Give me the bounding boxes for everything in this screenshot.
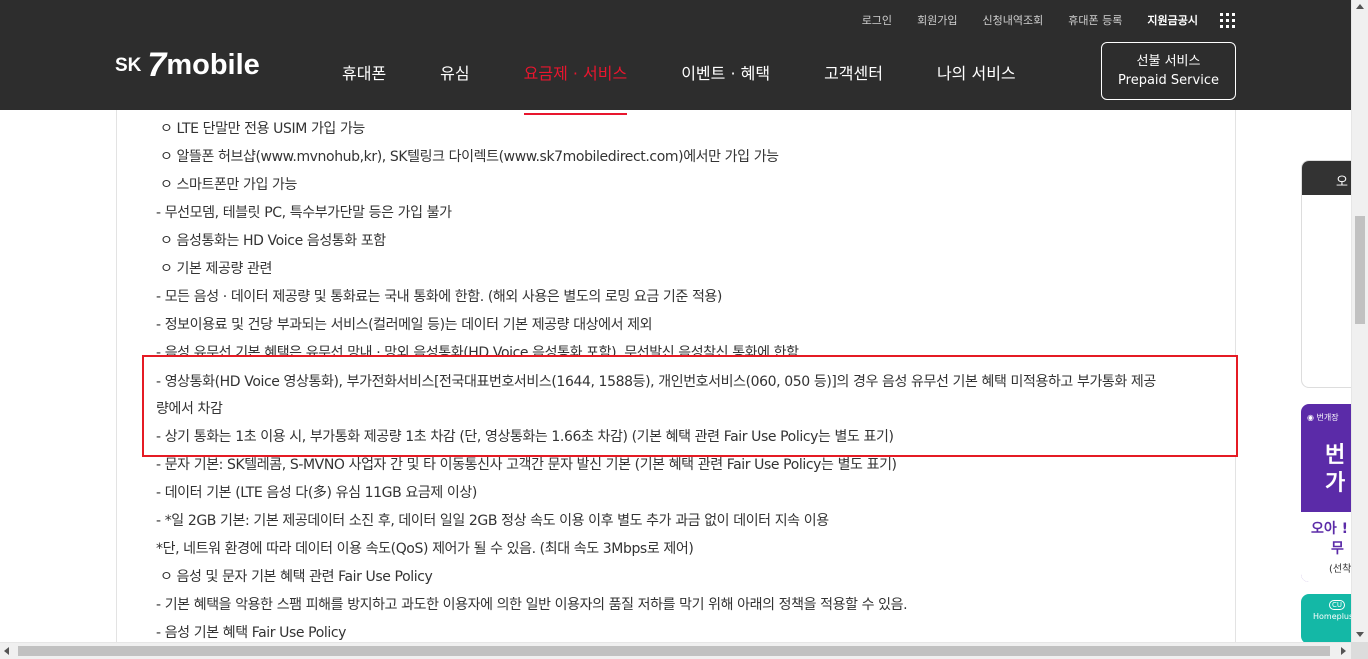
vertical-scrollbar[interactable] (1351, 0, 1368, 642)
content-line: ㅇ 알뜰폰 허브샵(www.mvnohub,kr), SK텔링크 다이렉트(ww… (160, 149, 779, 165)
content-line: - 기본 혜택을 악용한 스팸 피해를 방지하고 과도한 이용자에 의한 일반 … (156, 597, 908, 613)
nav-customer-center[interactable]: 고객센터 (824, 60, 883, 84)
content-line: - 데이터 기본 (LTE 음성 다(多) 유심 11GB 요금제 이상) (156, 485, 477, 501)
nav-events-benefits[interactable]: 이벤트 · 혜택 (681, 60, 770, 84)
content-line: ㅇ 기본 제공량 관련 (160, 261, 272, 277)
content-line: *단, 네트워 환경에 따라 데이터 이용 속도(QoS) 제어가 될 수 있음… (156, 541, 694, 557)
highlight-line: - 상기 통화는 1초 이용 시, 부가통화 제공량 1초 차감 (단, 영상통… (156, 429, 894, 445)
subsidy-notice-link[interactable]: 지원금공시 (1147, 12, 1198, 28)
scroll-left-arrow-icon[interactable] (4, 647, 9, 655)
horizontal-scrollbar[interactable] (0, 642, 1351, 659)
login-link[interactable]: 로그인 (862, 12, 892, 28)
content-line: ㅇ 음성통화는 HD Voice 음성통화 포함 (160, 233, 386, 249)
cu-logo-icon: CU (1329, 600, 1345, 610)
content-line: ㅇ 음성 및 문자 기본 혜택 관련 Fair Use Policy (160, 569, 433, 585)
content-line: - 문자 기본: SK텔레콤, S-MVNO 사업자 간 및 타 이동통신사 고… (156, 457, 897, 473)
signup-link[interactable]: 회원가입 (917, 12, 957, 28)
phone-register-link[interactable]: 휴대폰 등록 (1068, 12, 1122, 28)
application-history-link[interactable]: 신청내역조회 (983, 12, 1044, 28)
vertical-scroll-thumb[interactable] (1355, 216, 1365, 324)
nav-phones[interactable]: 휴대폰 (342, 60, 386, 84)
scroll-right-arrow-icon[interactable] (1341, 647, 1346, 655)
scroll-down-arrow-icon[interactable] (1356, 632, 1364, 637)
content-line: - 정보이용료 및 건당 부과되는 서비스(컬러메일 등)는 데이터 기본 제공… (156, 317, 653, 333)
nav-usim[interactable]: 유심 (440, 60, 469, 84)
scroll-up-arrow-icon[interactable] (1356, 4, 1364, 9)
sk7mobile-logo[interactable]: SK 7 mobile (115, 48, 260, 82)
prepaid-service-button[interactable]: 선불 서비스 Prepaid Service (1101, 42, 1236, 100)
nav-plans-services[interactable]: 요금제 · 서비스 (523, 60, 627, 115)
horizontal-scroll-thumb[interactable] (18, 646, 1330, 656)
content-line: - *일 2GB 기본: 기본 제공데이터 소진 후, 데이터 일일 2GB 정… (156, 513, 829, 529)
content-line: ㅇ 스마트폰만 가입 가능 (160, 177, 297, 193)
highlight-line: 량에서 차감 (156, 401, 223, 417)
main-nav: 휴대폰 유심 요금제 · 서비스 이벤트 · 혜택 고객센터 나의 서비스 (342, 60, 1016, 115)
nav-my-service[interactable]: 나의 서비스 (937, 60, 1016, 84)
utility-nav: 로그인 회원가입 신청내역조회 휴대폰 등록 지원금공시 (837, 12, 1198, 28)
scrollbar-corner (1351, 642, 1368, 659)
apps-grid-icon[interactable] (1220, 13, 1236, 29)
content-line: - 무선모뎀, 테블릿 PC, 특수부가단말 등은 가입 불가 (156, 205, 452, 221)
content-line: - 음성 기본 혜택 Fair Use Policy (156, 625, 347, 641)
content-line: ㅇ LTE 단말만 전용 USIM 가입 가능 (160, 121, 365, 137)
content-line: - 모든 음성 · 데이터 제공량 및 통화료는 국내 통화에 한함. (해외 … (156, 289, 722, 305)
site-header: 로그인 회원가입 신청내역조회 휴대폰 등록 지원금공시 SK 7 mobile… (0, 0, 1368, 115)
highlight-line: - 영상통화(HD Voice 영상통화), 부가전화서비스[전국대표번호서비스… (156, 374, 1156, 390)
